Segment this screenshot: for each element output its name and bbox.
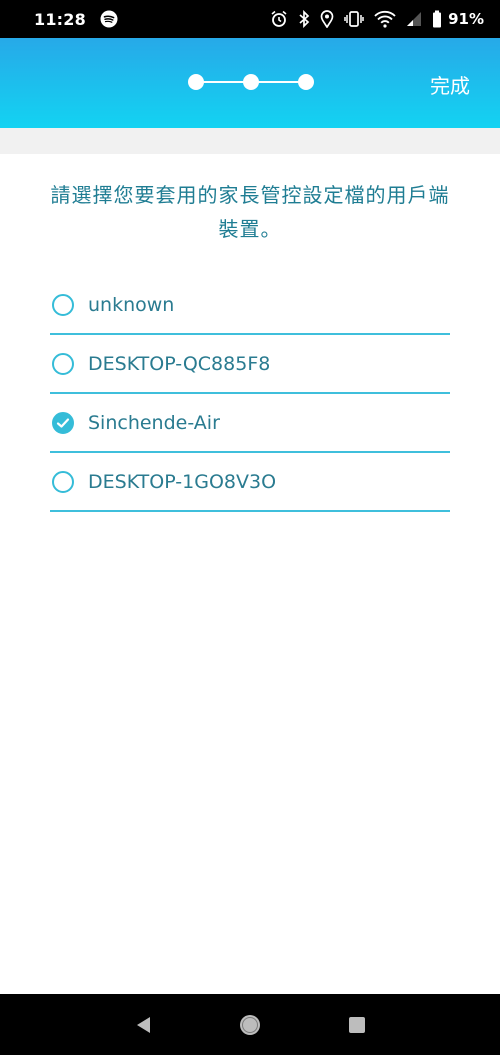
instruction-text: 請選擇您要套用的家長管控設定檔的用戶端裝置。 [50, 183, 450, 241]
battery-percent: 91% [448, 10, 484, 28]
vibrate-icon [344, 10, 364, 28]
device-item-desktop-qc885f8[interactable]: DESKTOP-QC885F8 [50, 335, 450, 394]
status-left: 11:28 [34, 10, 118, 29]
device-name: DESKTOP-1GO8V3O [88, 470, 277, 493]
app-header: 完成 [0, 38, 500, 128]
device-name: unknown [88, 293, 175, 316]
alarm-icon [270, 10, 288, 28]
wifi-icon [374, 10, 396, 28]
home-button[interactable] [230, 1005, 270, 1045]
radio-unchecked-icon[interactable] [52, 293, 74, 316]
step-indicator [188, 73, 314, 91]
home-icon [239, 1014, 260, 1035]
device-item-desktop-1go8v3o[interactable]: DESKTOP-1GO8V3O [50, 453, 450, 512]
done-button[interactable]: 完成 [430, 70, 470, 99]
battery-icon [432, 10, 442, 28]
spotify-icon [100, 10, 118, 28]
status-time: 11:28 [34, 9, 86, 29]
recents-icon [348, 1016, 365, 1033]
status-right: 91% [270, 10, 484, 28]
step-dot-2 [243, 74, 259, 90]
back-icon [137, 1016, 151, 1033]
status-bar: 11:28 91% [0, 0, 500, 38]
system-nav-bar [0, 994, 500, 1055]
step-dot-3 [298, 74, 314, 90]
radio-checked-icon[interactable] [52, 411, 74, 434]
back-button[interactable] [123, 1005, 163, 1045]
device-list: unknown DESKTOP-QC885F8 Sinchende-Air DE… [50, 276, 450, 512]
header-divider-strip [0, 128, 500, 154]
radio-unchecked-icon[interactable] [52, 470, 74, 493]
recents-button[interactable] [337, 1005, 377, 1045]
device-item-unknown[interactable]: unknown [50, 276, 450, 335]
signal-icon [406, 10, 422, 28]
device-name: Sinchende-Air [88, 411, 220, 434]
bluetooth-icon [298, 10, 310, 28]
checkmark-icon [56, 417, 70, 428]
location-icon [320, 10, 334, 28]
device-name: DESKTOP-QC885F8 [88, 352, 271, 375]
radio-unchecked-icon[interactable] [52, 352, 74, 375]
step-dot-1 [188, 74, 204, 90]
device-item-sinchende-air[interactable]: Sinchende-Air [50, 394, 450, 453]
